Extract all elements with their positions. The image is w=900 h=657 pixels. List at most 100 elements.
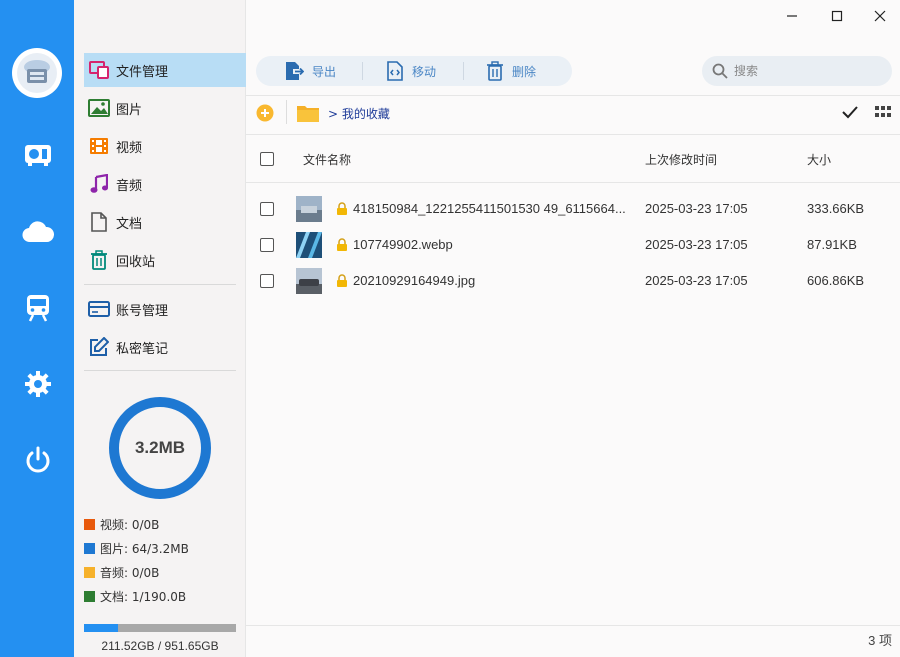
- legend-label: 视频: 0/0B: [100, 518, 160, 532]
- legend-item-audio: 音频: 0/0B: [84, 564, 159, 581]
- table-row[interactable]: 20210929164949.jpg 2025-03-23 17:05 606.…: [246, 263, 900, 299]
- item-count: 3 项: [868, 633, 892, 648]
- trash-icon: [88, 249, 110, 271]
- legend-swatch: [84, 519, 95, 530]
- move-icon: [387, 61, 403, 81]
- sidebar-item-label: 音频: [116, 178, 143, 194]
- select-all-checkbox[interactable]: [260, 152, 274, 166]
- row-checkbox[interactable]: [260, 202, 274, 216]
- sidebar-item-label: 账号管理: [116, 303, 169, 319]
- column-header-modified[interactable]: 上次修改时间: [645, 151, 717, 168]
- move-button[interactable]: 移动: [386, 56, 436, 86]
- music-icon: [88, 173, 110, 195]
- divider: [246, 182, 900, 183]
- maximize-icon[interactable]: [825, 6, 849, 26]
- document-icon: [88, 211, 110, 233]
- export-icon: [286, 62, 304, 80]
- select-all-check-icon[interactable]: [842, 105, 858, 122]
- legend-swatch: [84, 591, 95, 602]
- app-logo-icon[interactable]: [12, 48, 62, 98]
- file-size: 606.86KB: [807, 273, 865, 288]
- path-separator: [286, 100, 287, 124]
- toolbar-separator: [463, 62, 464, 80]
- sidebar-item-label: 回收站: [116, 254, 156, 270]
- table-row[interactable]: 107749902.webp 2025-03-23 17:05 87.91KB: [246, 227, 900, 263]
- delete-label: 删除: [512, 64, 537, 79]
- divider: [246, 625, 900, 626]
- card-icon: [88, 298, 110, 320]
- sidebar-item-label: 图片: [116, 102, 143, 118]
- sidebar-item-file-manager[interactable]: 文件管理: [84, 53, 246, 87]
- power-icon[interactable]: [22, 444, 54, 476]
- row-checkbox[interactable]: [260, 274, 274, 288]
- export-label: 导出: [312, 64, 337, 79]
- cloud-icon[interactable]: [22, 216, 54, 248]
- folder-icon: [296, 103, 320, 126]
- legend-label: 音频: 0/0B: [100, 566, 160, 580]
- close-icon[interactable]: [868, 6, 892, 26]
- note-edit-icon: [88, 336, 110, 358]
- move-label: 移动: [412, 64, 437, 79]
- sidebar-item-recycle-bin[interactable]: 回收站: [84, 243, 246, 277]
- sidebar-item-account-management[interactable]: 账号管理: [84, 292, 246, 326]
- sidebar-item-label: 文件管理: [116, 64, 169, 80]
- delete-icon: [487, 61, 503, 81]
- delete-button[interactable]: 删除: [486, 56, 536, 86]
- sidebar-divider: [84, 370, 236, 371]
- toolbar-separator: [362, 62, 363, 80]
- file-size: 333.66KB: [807, 201, 865, 216]
- export-button[interactable]: 导出: [284, 56, 336, 86]
- table-row[interactable]: 418150984_1221255411501530 49_6115664...…: [246, 191, 900, 227]
- grid-view-icon[interactable]: [875, 106, 891, 121]
- train-icon[interactable]: [22, 292, 54, 324]
- sidebar-item-private-notes[interactable]: 私密笔记: [84, 330, 246, 364]
- path-bar: > 我的收藏: [246, 96, 900, 130]
- sidebar-item-documents[interactable]: 文档: [84, 205, 246, 239]
- breadcrumb[interactable]: > 我的收藏: [328, 105, 390, 122]
- file-name: 107749902.webp: [353, 237, 453, 252]
- storage-bar: [84, 624, 236, 632]
- minimize-icon[interactable]: [780, 6, 804, 26]
- legend-label: 文档: 1/190.0B: [100, 590, 187, 604]
- main-panel: 导出 移动 删除 > 我的收藏 文件: [246, 0, 900, 657]
- thumbnail-image: [296, 232, 322, 258]
- radio-icon[interactable]: [22, 138, 54, 170]
- search-icon: [712, 63, 728, 79]
- usage-total: 3.2MB: [134, 438, 186, 457]
- video-icon: [88, 135, 110, 157]
- sidebar-item-label: 私密笔记: [116, 341, 169, 357]
- column-header-size[interactable]: 大小: [807, 151, 831, 168]
- sidebar-item-videos[interactable]: 视频: [84, 129, 246, 163]
- legend-item-video: 视频: 0/0B: [84, 516, 159, 533]
- legend-item-image: 图片: 64/3.2MB: [84, 540, 189, 557]
- search-input[interactable]: [734, 64, 874, 78]
- add-icon[interactable]: [256, 104, 274, 125]
- file-modified: 2025-03-23 17:05: [645, 273, 748, 288]
- lock-icon: [337, 274, 347, 287]
- thumbnail-image: [296, 268, 322, 294]
- divider: [246, 134, 900, 135]
- lock-icon: [337, 202, 347, 215]
- file-name: 418150984_1221255411501530 49_6115664...: [353, 201, 626, 216]
- sidebar: 文件管理 图片 视频 音频 文档 回收站 账号管理 私密笔记 3.2MB 视频:…: [74, 0, 246, 657]
- file-manager-icon: [88, 59, 110, 81]
- thumbnail-image: [296, 196, 322, 222]
- image-icon: [88, 97, 110, 119]
- storage-bar-fill: [84, 624, 118, 632]
- file-name: 20210929164949.jpg: [353, 273, 476, 288]
- sidebar-item-label: 视频: [116, 140, 143, 156]
- sidebar-item-label: 文档: [116, 216, 143, 232]
- legend-item-document: 文档: 1/190.0B: [84, 588, 186, 605]
- gear-icon[interactable]: [22, 368, 54, 400]
- sidebar-item-images[interactable]: 图片: [84, 91, 246, 125]
- file-modified: 2025-03-23 17:05: [645, 237, 748, 252]
- search-box: [702, 56, 892, 86]
- column-header-name[interactable]: 文件名称: [303, 151, 351, 168]
- storage-text: 211.52GB / 951.65GB: [101, 639, 219, 653]
- sidebar-item-audio[interactable]: 音频: [84, 167, 246, 201]
- app-rail: [0, 0, 74, 657]
- legend-swatch: [84, 567, 95, 578]
- row-checkbox[interactable]: [260, 238, 274, 252]
- sidebar-divider: [84, 284, 236, 285]
- file-modified: 2025-03-23 17:05: [645, 201, 748, 216]
